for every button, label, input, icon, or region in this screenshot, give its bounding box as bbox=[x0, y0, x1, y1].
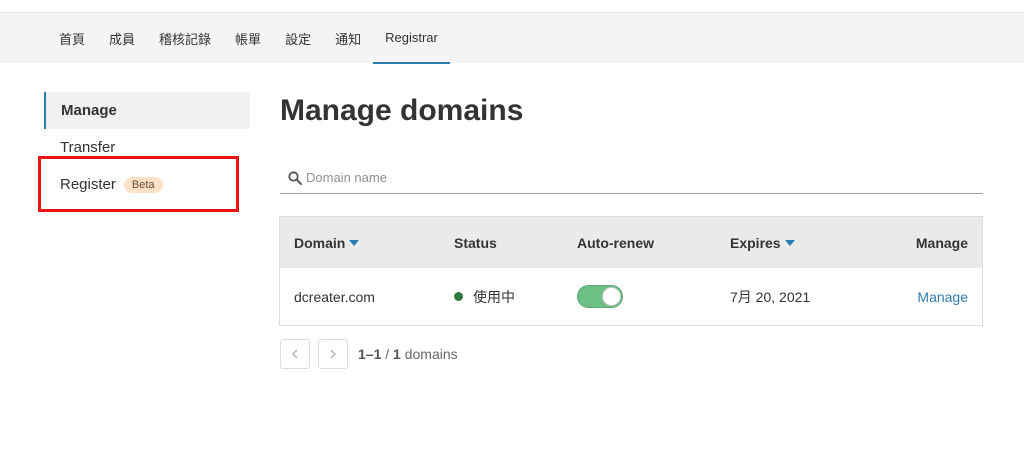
status-header-label: Status bbox=[454, 234, 497, 251]
expires-header-label: Expires bbox=[730, 234, 781, 251]
manage-cell: Manage bbox=[866, 289, 982, 305]
table-row: dcreater.com 使用中 7月 20, 2021 Manage bbox=[280, 268, 982, 325]
sidebar: Manage Transfer Register Beta bbox=[44, 92, 250, 203]
pagination-separator: / bbox=[381, 346, 394, 362]
status-dot-icon bbox=[454, 292, 463, 301]
pagination-total: 1 bbox=[393, 346, 401, 362]
sidebar-item-label: Transfer bbox=[60, 139, 116, 156]
sidebar-item-label: Register bbox=[60, 176, 116, 193]
manage-header-label: Manage bbox=[915, 234, 968, 251]
search-icon bbox=[288, 170, 302, 185]
expires-cell: 7月 20, 2021 bbox=[716, 287, 866, 307]
status-column-header: Status bbox=[440, 235, 563, 251]
toggle-knob bbox=[602, 287, 621, 306]
tab-billing[interactable]: 帳單 bbox=[223, 13, 273, 64]
expires-date: 7月 20, 2021 bbox=[730, 288, 811, 305]
status-text: 使用中 bbox=[473, 288, 515, 305]
search-bar bbox=[280, 162, 983, 194]
domain-header-label: Domain bbox=[294, 234, 346, 251]
pagination: 1–1 / 1 domains bbox=[280, 339, 458, 369]
tab-members[interactable]: 成員 bbox=[97, 13, 147, 64]
page-title: Manage domains bbox=[280, 94, 524, 127]
pagination-unit: domains bbox=[400, 346, 458, 362]
next-page-button[interactable] bbox=[318, 339, 348, 369]
chevron-left-icon bbox=[291, 349, 298, 359]
sidebar-item-transfer[interactable]: Transfer bbox=[44, 129, 250, 166]
tab-home[interactable]: 首頁 bbox=[47, 13, 97, 64]
sidebar-item-label: Manage bbox=[61, 102, 117, 119]
tab-settings[interactable]: 設定 bbox=[273, 13, 323, 64]
tab-audit-log[interactable]: 稽核記錄 bbox=[147, 13, 223, 64]
table-header: Domain Status Auto-renew Expires Manage bbox=[280, 217, 982, 268]
sort-desc-icon bbox=[784, 239, 795, 246]
top-nav-bar: 首頁 成員 稽核記錄 帳單 設定 通知 Registrar bbox=[0, 12, 1024, 64]
nav-tabs: 首頁 成員 稽核記錄 帳單 設定 通知 Registrar bbox=[47, 13, 450, 64]
status-cell: 使用中 bbox=[440, 287, 563, 307]
auto-renew-toggle[interactable] bbox=[577, 285, 623, 308]
sidebar-item-manage[interactable]: Manage bbox=[44, 92, 250, 129]
pagination-summary: 1–1 / 1 domains bbox=[358, 346, 458, 362]
tab-notifications[interactable]: 通知 bbox=[323, 13, 373, 64]
domains-table: Domain Status Auto-renew Expires Manage … bbox=[279, 216, 983, 326]
tab-registrar[interactable]: Registrar bbox=[373, 13, 450, 64]
auto-renew-column-header: Auto-renew bbox=[563, 235, 716, 251]
domain-cell: dcreater.com bbox=[280, 289, 440, 305]
prev-page-button[interactable] bbox=[280, 339, 310, 369]
domain-name: dcreater.com bbox=[294, 288, 375, 305]
beta-badge: Beta bbox=[123, 176, 163, 193]
sidebar-item-register[interactable]: Register Beta bbox=[44, 166, 250, 203]
chevron-right-icon bbox=[330, 349, 337, 359]
domain-column-header[interactable]: Domain bbox=[280, 235, 440, 251]
manage-link[interactable]: Manage bbox=[917, 289, 968, 305]
expires-column-header[interactable]: Expires bbox=[716, 235, 866, 251]
auto-renew-cell bbox=[563, 285, 716, 308]
manage-column-header: Manage bbox=[866, 235, 982, 251]
auto-renew-header-label: Auto-renew bbox=[577, 234, 654, 251]
domain-search-input[interactable] bbox=[306, 170, 906, 185]
sort-desc-icon bbox=[349, 239, 360, 246]
pagination-range: 1–1 bbox=[358, 346, 382, 362]
